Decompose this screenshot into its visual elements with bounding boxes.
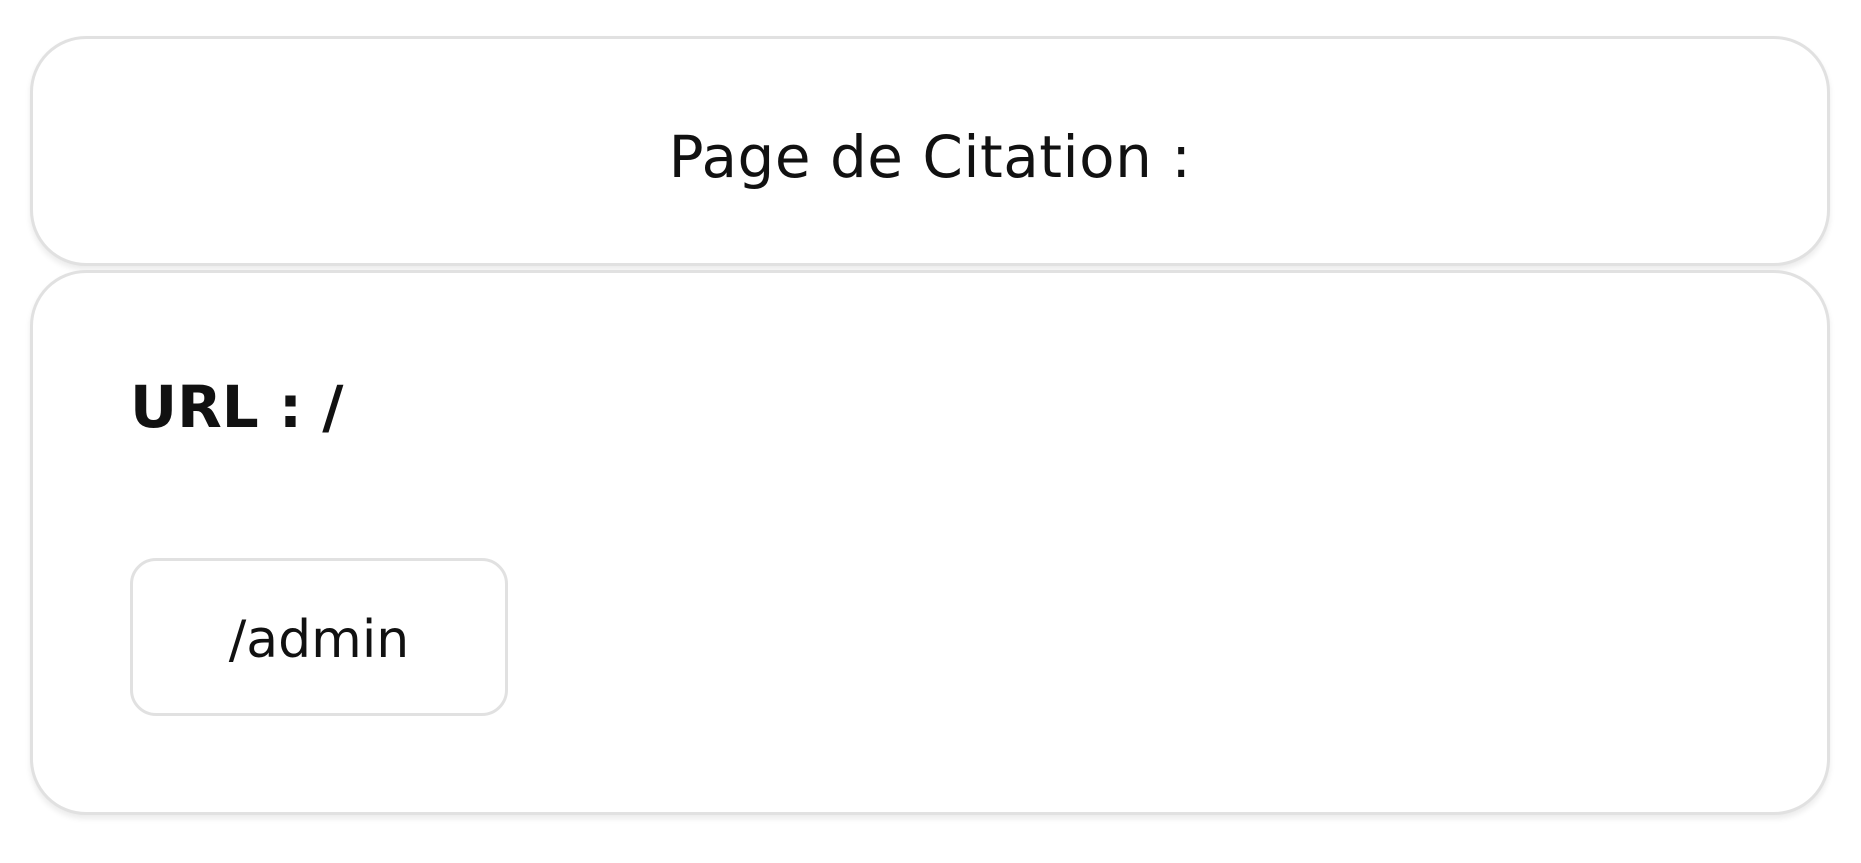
header-card: Page de Citation : — [30, 36, 1830, 266]
admin-link-button[interactable]: /admin — [130, 558, 508, 716]
content-card: URL : / /admin — [30, 270, 1830, 815]
url-label: URL : / — [130, 373, 344, 441]
page: Page de Citation : URL : / /admin — [0, 0, 1861, 863]
page-title: Page de Citation : — [668, 123, 1192, 191]
